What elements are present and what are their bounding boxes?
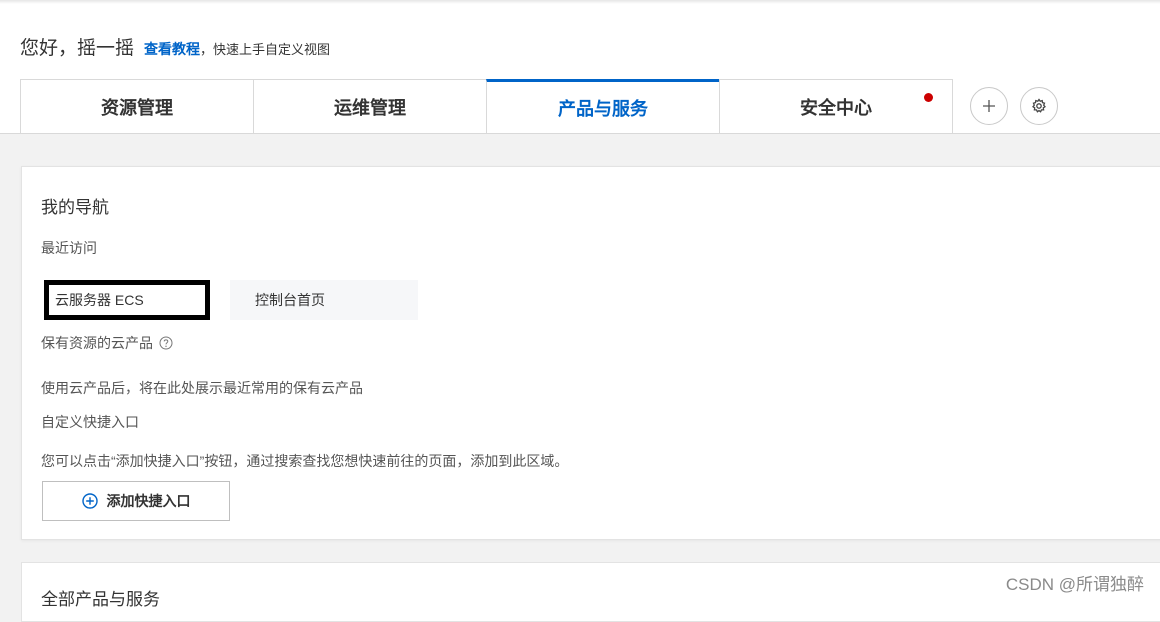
watermark: CSDN @所谓独醉 (1005, 575, 1144, 594)
tab-label: 资源管理 (101, 97, 173, 118)
tab-label: 运维管理 (334, 97, 406, 118)
recent-item-ecs[interactable]: 云服务器 ECS (44, 280, 210, 320)
tab-label: 产品与服务 (558, 98, 648, 119)
owned-products-empty-text: 使用云产品后，将在此处展示最近常用的保有云产品 (41, 380, 363, 396)
add-tab-button[interactable] (970, 87, 1008, 125)
greeting-text: 您好，摇一摇 (20, 38, 135, 59)
section-title-my-navigation: 我的导航 (41, 198, 109, 217)
custom-shortcut-label: 自定义快捷入口 (41, 414, 139, 430)
recent-visits-label: 最近访问 (41, 240, 97, 256)
section-title-all-products: 全部产品与服务 (41, 590, 160, 609)
custom-shortcut-hint: 您可以点击“添加快捷入口”按钮，通过搜索查找您想快速前往的页面，添加到此区域。 (41, 453, 569, 469)
tutorial-suffix: ，快速上手自定义视图 (200, 42, 331, 57)
recent-item-console-home[interactable]: 控制台首页 (230, 280, 418, 320)
settings-button[interactable] (1020, 87, 1058, 125)
top-shadow (0, 0, 1160, 4)
plus-icon (983, 100, 995, 112)
tutorial-link[interactable]: 查看教程 (144, 39, 200, 59)
tab-resource-management[interactable]: 资源管理 (20, 79, 254, 133)
my-navigation-card: 我的导航 最近访问 云服务器 ECS 控制台首页 保有资源的云产品 使用云产品后… (21, 166, 1160, 540)
all-products-card: 全部产品与服务 (21, 562, 1160, 622)
tab-label: 安全中心 (800, 97, 872, 118)
question-circle-icon[interactable] (159, 336, 173, 350)
owned-products-heading: 保有资源的云产品 (41, 333, 173, 353)
plus-circle-icon (81, 493, 98, 509)
tab-security-center[interactable]: 安全中心 (719, 79, 953, 133)
greeting: 您好，摇一摇 查看教程 ，快速上手自定义视图 (20, 33, 330, 60)
tab-products-services[interactable]: 产品与服务 (486, 79, 720, 133)
recent-item-label: 控制台首页 (255, 292, 325, 308)
add-shortcut-button[interactable]: 添加快捷入口 (42, 481, 230, 521)
tab-bar: 资源管理 运维管理 产品与服务 安全中心 (20, 79, 953, 133)
gear-icon (1032, 98, 1046, 113)
header: 您好，摇一摇 查看教程 ，快速上手自定义视图 资源管理 运维管理 产品与服务 安… (0, 0, 1160, 134)
recent-item-label: 云服务器 ECS (55, 292, 144, 308)
owned-products-label: 保有资源的云产品 (41, 335, 153, 351)
tab-ops-management[interactable]: 运维管理 (253, 79, 487, 133)
notification-dot (924, 93, 933, 102)
add-shortcut-label: 添加快捷入口 (106, 493, 191, 509)
